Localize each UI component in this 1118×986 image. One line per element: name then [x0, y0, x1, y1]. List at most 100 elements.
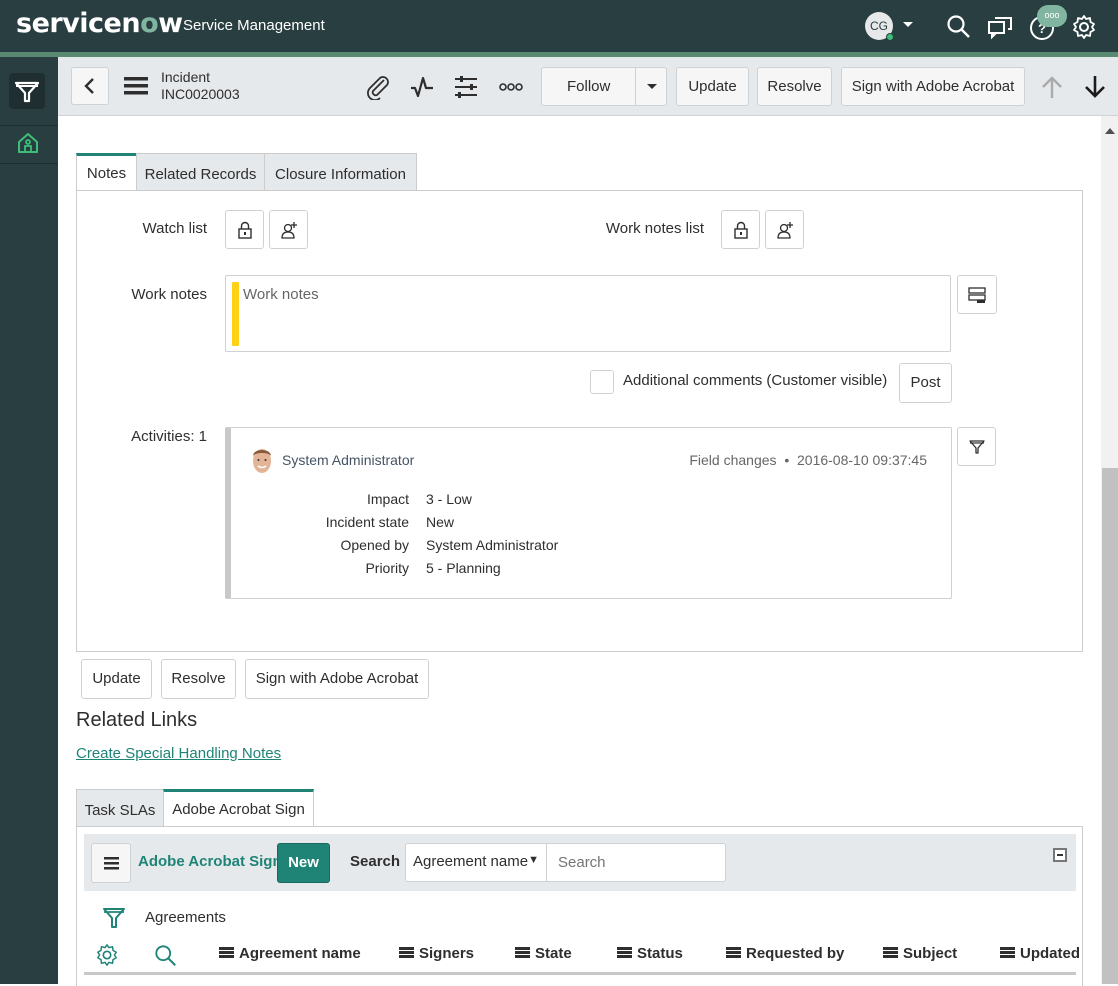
user-avatar-photo [253, 449, 271, 473]
notification-bubble[interactable]: ooo [1037, 5, 1067, 27]
home-icon[interactable] [16, 131, 40, 155]
field-key: Priority [365, 560, 409, 576]
column-menu-icon[interactable] [399, 947, 414, 958]
field-value: 3 - Low [426, 491, 472, 507]
update-button-bottom[interactable]: Update [81, 659, 152, 699]
column-label: Agreement name [239, 945, 361, 962]
work-notes-lock-button[interactable] [721, 210, 760, 249]
column-header-updated[interactable]: Updated [1000, 945, 1080, 962]
tab-notes[interactable]: Notes [76, 153, 137, 191]
user-avatar[interactable]: CG [865, 12, 894, 41]
follow-label: Follow [567, 78, 611, 95]
activity-user[interactable]: System Administrator [282, 452, 414, 468]
work-notes-textarea[interactable]: Work notes [225, 275, 951, 352]
hamburger-icon [104, 857, 119, 870]
header-divider [84, 972, 1076, 975]
filter-navigator-button[interactable] [9, 73, 45, 109]
column-menu-icon[interactable] [515, 947, 530, 958]
update-button[interactable]: Update [676, 67, 749, 106]
record-number: INC0020003 [161, 86, 240, 102]
watch-list-add-user-button[interactable] [269, 210, 308, 249]
paperclip-icon[interactable] [365, 74, 391, 100]
search-field-value: Agreement name [413, 853, 529, 870]
add-user-icon [777, 222, 793, 239]
activity-stream-icon[interactable] [409, 74, 435, 100]
chevron-left-icon [84, 78, 94, 94]
column-menu-icon[interactable] [219, 947, 234, 958]
personalize-sliders-icon[interactable] [453, 74, 479, 100]
back-button[interactable] [71, 67, 109, 105]
top-navigation-bar: servicenow Service Management CG ? ooo [0, 0, 1118, 52]
adobe-sign-related-list: Adobe Acrobat Sign New Search Agreement … [76, 826, 1083, 986]
new-button[interactable]: New [277, 843, 330, 883]
logo-text-end: w [158, 8, 183, 39]
activity-meta: Field changes • 2016-08-10 09:37:45 [689, 452, 927, 468]
servicenow-logo[interactable]: servicenow [16, 8, 183, 39]
list-breadcrumb[interactable]: Agreements [145, 909, 226, 926]
column-menu-icon[interactable] [726, 947, 741, 958]
form-menu-icon[interactable] [124, 77, 148, 95]
caret-down-icon [647, 84, 657, 89]
post-button[interactable]: Post [899, 363, 952, 403]
previous-record-arrow-icon[interactable] [1039, 74, 1065, 100]
user-menu-caret-icon[interactable] [903, 22, 913, 27]
chat-icon[interactable] [987, 14, 1013, 40]
tab-related-records[interactable]: Related Records [136, 153, 265, 191]
column-header-agreement-name[interactable]: Agreement name [219, 945, 361, 962]
additional-comments-checkbox[interactable] [590, 370, 614, 394]
filter-icon[interactable] [101, 905, 127, 931]
scroll-up-arrow-icon[interactable] [1105, 128, 1115, 134]
work-notes-list-label: Work notes list [605, 220, 704, 237]
column-menu-icon[interactable] [617, 947, 632, 958]
follow-dropdown-button[interactable] [635, 67, 666, 106]
field-key: Opened by [340, 537, 410, 553]
gear-icon[interactable] [95, 943, 119, 967]
gear-icon[interactable] [1071, 14, 1097, 40]
list-context-menu-button[interactable] [91, 843, 131, 883]
activity-timestamp: 2016-08-10 09:37:45 [797, 452, 927, 468]
sidebar-divider [0, 125, 58, 126]
column-header-status[interactable]: Status [617, 945, 683, 962]
search-icon[interactable] [946, 14, 972, 40]
tab-task-slas[interactable]: Task SLAs [76, 789, 164, 827]
filter-icon [14, 81, 40, 103]
search-label: Search [350, 853, 401, 870]
collapse-list-icon[interactable] [1053, 848, 1067, 862]
column-label: Updated [1020, 945, 1080, 962]
column-label: Requested by [746, 945, 845, 962]
resolve-button[interactable]: Resolve [757, 67, 832, 106]
tab-adobe-acrobat-sign[interactable]: Adobe Acrobat Sign [163, 789, 314, 827]
sign-adobe-button[interactable]: Sign with Adobe Acrobat [841, 67, 1025, 106]
more-options-icon[interactable] [498, 74, 524, 100]
scroll-thumb[interactable] [1102, 468, 1118, 984]
lock-icon [238, 221, 252, 239]
next-record-arrow-icon[interactable] [1082, 74, 1108, 100]
work-notes-add-user-button[interactable] [765, 210, 804, 249]
search-icon[interactable] [154, 944, 178, 968]
toggle-fields-button[interactable] [957, 275, 997, 314]
field-key: Incident state [325, 514, 409, 530]
search-input[interactable] [546, 843, 726, 882]
search-field-select[interactable]: Agreement name▼ [405, 843, 547, 882]
activities-label: Activities: 1 [131, 428, 207, 445]
list-title-link[interactable]: Adobe Acrobat Sign [138, 853, 282, 870]
page-scrollbar[interactable] [1101, 116, 1118, 984]
filter-icon [969, 440, 985, 454]
user-initials: CG [870, 19, 888, 33]
column-header-subject[interactable]: Subject [883, 945, 957, 962]
tab-closure-information[interactable]: Closure Information [264, 153, 417, 191]
record-header: Incident INC0020003 Follow Update Resolv… [58, 57, 1118, 116]
resolve-button-bottom[interactable]: Resolve [161, 659, 236, 699]
column-header-state[interactable]: State [515, 945, 572, 962]
watch-list-label: Watch list [142, 220, 207, 237]
column-menu-icon[interactable] [1000, 947, 1015, 958]
activity-filter-button[interactable] [957, 427, 996, 466]
column-header-requested-by[interactable]: Requested by [726, 945, 844, 962]
watch-list-lock-button[interactable] [225, 210, 264, 249]
sign-adobe-button-bottom[interactable]: Sign with Adobe Acrobat [245, 659, 429, 699]
column-header-signers[interactable]: Signers [399, 945, 474, 962]
lock-icon [734, 221, 748, 239]
create-special-handling-notes-link[interactable]: Create Special Handling Notes [76, 745, 281, 762]
field-value: System Administrator [426, 537, 559, 553]
column-menu-icon[interactable] [883, 947, 898, 958]
